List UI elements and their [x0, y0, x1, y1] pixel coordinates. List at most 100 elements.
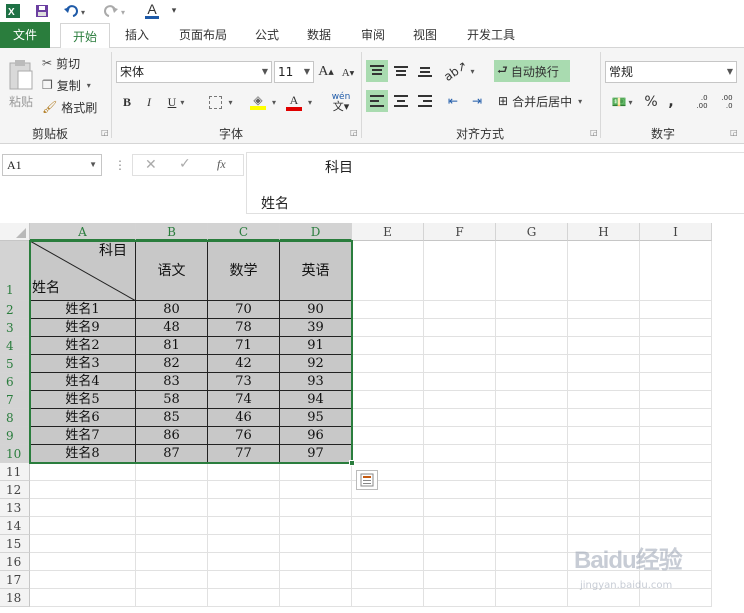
- cell[interactable]: [208, 553, 280, 571]
- score-cell[interactable]: 70: [208, 301, 280, 319]
- cut-button[interactable]: ✂ 剪切: [42, 54, 102, 72]
- cell[interactable]: [568, 427, 640, 445]
- score-cell[interactable]: 85: [136, 409, 208, 427]
- row-header-15[interactable]: 15: [0, 535, 30, 553]
- cell[interactable]: [640, 241, 712, 301]
- number-format-select[interactable]: 常规 ▼: [605, 61, 737, 83]
- name-cell[interactable]: 姓名3: [30, 355, 136, 373]
- cell[interactable]: [424, 589, 496, 607]
- cell[interactable]: [30, 571, 136, 589]
- cell[interactable]: [424, 391, 496, 409]
- cell[interactable]: [424, 337, 496, 355]
- cell[interactable]: [568, 355, 640, 373]
- row-header-16[interactable]: 16: [0, 553, 30, 571]
- row-header-6[interactable]: 6: [0, 373, 30, 391]
- undo-icon[interactable]: ▾: [62, 2, 92, 20]
- cell[interactable]: [424, 517, 496, 535]
- decrease-indent-button[interactable]: ⇤: [442, 90, 464, 112]
- select-all-button[interactable]: [0, 223, 30, 241]
- fill-handle[interactable]: [349, 460, 355, 466]
- score-cell[interactable]: 90: [280, 301, 352, 319]
- cell[interactable]: [640, 319, 712, 337]
- cell[interactable]: [424, 553, 496, 571]
- cell[interactable]: [424, 319, 496, 337]
- cell[interactable]: [640, 355, 712, 373]
- cell[interactable]: [424, 373, 496, 391]
- cell[interactable]: [352, 241, 424, 301]
- cell[interactable]: [496, 571, 568, 589]
- cell[interactable]: [424, 241, 496, 301]
- cell[interactable]: [496, 427, 568, 445]
- font-launcher-icon[interactable]: ◲: [350, 128, 358, 137]
- cell[interactable]: [424, 301, 496, 319]
- score-cell[interactable]: 78: [208, 319, 280, 337]
- cell[interactable]: [424, 445, 496, 463]
- cell[interactable]: [568, 463, 640, 481]
- cell[interactable]: [280, 499, 352, 517]
- column-header-h[interactable]: H: [568, 223, 640, 241]
- alignment-launcher-icon[interactable]: ◲: [590, 128, 598, 137]
- cell[interactable]: [136, 499, 208, 517]
- decrease-decimal-button[interactable]: .00 .0: [716, 90, 738, 114]
- customize-quick-access-icon[interactable]: ▾: [168, 2, 180, 20]
- column-header-f[interactable]: F: [424, 223, 496, 241]
- paste-button[interactable]: 粘贴: [4, 54, 38, 114]
- row-header-1[interactable]: 1: [0, 241, 30, 301]
- clipboard-launcher-icon[interactable]: ◲: [101, 128, 109, 137]
- cell[interactable]: [568, 241, 640, 301]
- cell[interactable]: [496, 301, 568, 319]
- cell[interactable]: [136, 571, 208, 589]
- cell[interactable]: [280, 535, 352, 553]
- cell[interactable]: [208, 535, 280, 553]
- name-cell[interactable]: 姓名9: [30, 319, 136, 337]
- score-cell[interactable]: 94: [280, 391, 352, 409]
- cell[interactable]: [640, 427, 712, 445]
- underline-button[interactable]: U ▾: [162, 92, 190, 112]
- cell[interactable]: [424, 571, 496, 589]
- font-color-quick-icon[interactable]: A: [142, 2, 162, 20]
- bold-button[interactable]: B: [118, 92, 136, 112]
- cell[interactable]: [424, 355, 496, 373]
- tab-developer[interactable]: 开发工具: [458, 22, 524, 48]
- cell[interactable]: [352, 427, 424, 445]
- name-cell[interactable]: 姓名4: [30, 373, 136, 391]
- number-launcher-icon[interactable]: ◲: [730, 128, 738, 137]
- score-cell[interactable]: 97: [280, 445, 352, 463]
- cell[interactable]: [640, 517, 712, 535]
- cell[interactable]: [352, 337, 424, 355]
- score-cell[interactable]: 82: [136, 355, 208, 373]
- cell[interactable]: [136, 535, 208, 553]
- tab-formulas[interactable]: 公式: [246, 22, 288, 48]
- score-cell[interactable]: 96: [280, 427, 352, 445]
- cell[interactable]: [352, 535, 424, 553]
- cell[interactable]: [568, 499, 640, 517]
- insert-function-icon[interactable]: fx: [217, 157, 226, 172]
- font-color-button[interactable]: A ▾: [282, 92, 316, 112]
- row-header-11[interactable]: 11: [0, 463, 30, 481]
- score-cell[interactable]: 73: [208, 373, 280, 391]
- cell[interactable]: [568, 391, 640, 409]
- cell[interactable]: [568, 301, 640, 319]
- cell[interactable]: [496, 337, 568, 355]
- row-header-7[interactable]: 7: [0, 391, 30, 409]
- cell[interactable]: [136, 463, 208, 481]
- tab-page-layout[interactable]: 页面布局: [172, 22, 234, 48]
- score-cell[interactable]: 48: [136, 319, 208, 337]
- formula-bar-menu-icon[interactable]: ⋮: [114, 158, 126, 172]
- cell[interactable]: [208, 571, 280, 589]
- row-header-9[interactable]: 9: [0, 427, 30, 445]
- cell[interactable]: [424, 481, 496, 499]
- cell[interactable]: [496, 409, 568, 427]
- cell[interactable]: [640, 337, 712, 355]
- cell[interactable]: [30, 463, 136, 481]
- score-cell[interactable]: 77: [208, 445, 280, 463]
- score-cell[interactable]: 91: [280, 337, 352, 355]
- score-cell[interactable]: 92: [280, 355, 352, 373]
- row-header-5[interactable]: 5: [0, 355, 30, 373]
- phonetic-guide-button[interactable]: wén 文▾: [326, 90, 356, 114]
- cell[interactable]: [208, 499, 280, 517]
- cell[interactable]: [136, 589, 208, 607]
- cell[interactable]: [30, 499, 136, 517]
- cell[interactable]: [424, 463, 496, 481]
- column-header-b[interactable]: B: [136, 223, 208, 241]
